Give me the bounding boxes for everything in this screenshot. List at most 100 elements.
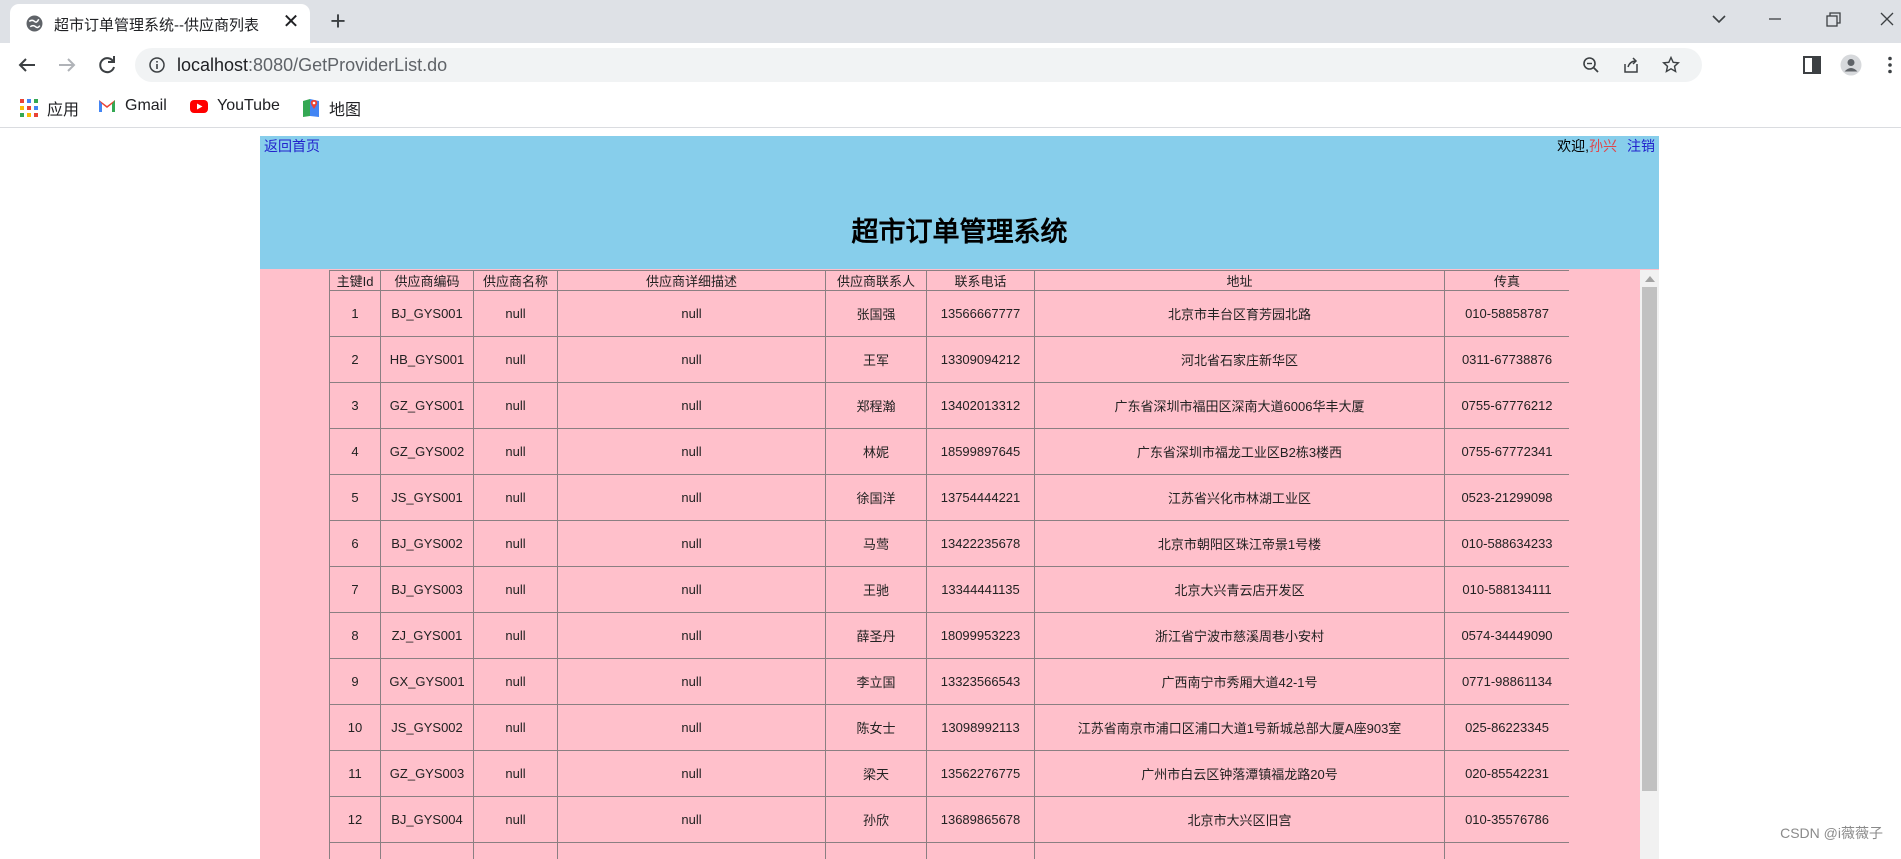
- bookmark-apps[interactable]: 应用: [19, 96, 79, 119]
- apps-grid-icon: [20, 99, 38, 117]
- close-tab-icon[interactable]: ✕: [280, 11, 302, 33]
- browser-toolbar: localhost:8080/GetProviderList.do: [0, 43, 1901, 87]
- table-header-row: 主键Id 供应商编码 供应商名称 供应商详细描述 供应商联系人 联系电话 地址 传真: [329, 270, 1569, 291]
- cell-contact: 孙欣: [825, 796, 927, 843]
- cell-fax: 0523-21299098: [1444, 474, 1569, 521]
- cell-desc: null: [557, 750, 826, 797]
- cell-phone: 18599897645: [926, 428, 1035, 475]
- table-row: 7 BJ_GYS003 null null 王驰 13344441135 北京大兴青云店开发…: [329, 566, 1569, 613]
- info-icon[interactable]: [149, 57, 165, 73]
- cell-address: 广西南宁市秀厢大道42-1号: [1034, 658, 1445, 705]
- column-header-name: 供应商名称: [473, 270, 558, 291]
- new-tab-button[interactable]: +: [325, 8, 351, 35]
- bookmark-youtube[interactable]: YouTube: [189, 96, 280, 118]
- close-window-icon[interactable]: [1874, 8, 1900, 30]
- cell-id: 4: [329, 428, 381, 475]
- column-header-code: 供应商编码: [380, 270, 474, 291]
- table-row: 9 GX_GYS001 null null 李立国 13323566543 广西南宁市秀厢大…: [329, 658, 1569, 705]
- cell-desc: null: [557, 612, 826, 659]
- cell-name: null: [473, 290, 558, 337]
- zoom-icon[interactable]: [1582, 56, 1600, 74]
- cell-id: [329, 842, 381, 859]
- cell-phone: 13098992113: [926, 704, 1035, 751]
- cell-phone: 13689865678: [926, 796, 1035, 843]
- watermark: CSDN @i薇薇子: [1780, 825, 1883, 841]
- cell-contact: 徐国洋: [825, 474, 927, 521]
- cell-name: null: [473, 612, 558, 659]
- cell-id: 11: [329, 750, 381, 797]
- cell-name: null: [473, 658, 558, 705]
- cell-fax: 0755-67776212: [1444, 382, 1569, 429]
- cell-name: [473, 842, 558, 859]
- cell-code: HB_GYS001: [380, 336, 474, 383]
- cell-name: null: [473, 520, 558, 567]
- table-row: 1 BJ_GYS001 null null 张国强 13566667777 北京市丰台区育芳…: [329, 290, 1569, 337]
- side-panel-icon[interactable]: [1801, 54, 1823, 76]
- menu-dots-icon[interactable]: [1879, 54, 1901, 76]
- cell-name: null: [473, 474, 558, 521]
- column-header-desc: 供应商详细描述: [557, 270, 826, 291]
- cell-phone: 13344441135: [926, 566, 1035, 613]
- table-row: 10 JS_GYS002 null null 陈女士 13098992113 江苏省南京市浦…: [329, 704, 1569, 751]
- cell-address: 广东省深圳市福田区深南大道6006华丰大厦: [1034, 382, 1445, 429]
- home-link[interactable]: 返回首页: [264, 136, 320, 156]
- bookmark-gmail[interactable]: Gmail: [97, 96, 167, 118]
- cell-name: null: [473, 566, 558, 613]
- cell-code: BJ_GYS004: [380, 796, 474, 843]
- forward-arrow-icon[interactable]: [55, 53, 79, 77]
- cell-name: null: [473, 704, 558, 751]
- cell-desc: null: [557, 520, 826, 567]
- cell-phone: 13422235678: [926, 520, 1035, 567]
- cell-fax: [1444, 842, 1569, 859]
- logout-link[interactable]: 注销: [1627, 138, 1655, 154]
- bookmark-maps[interactable]: 地图: [301, 96, 361, 119]
- address-bar[interactable]: localhost:8080/GetProviderList.do: [135, 48, 1702, 82]
- table-scrollbar[interactable]: [1640, 270, 1659, 859]
- cell-fax: 020-85542231: [1444, 750, 1569, 797]
- provider-table-frame[interactable]: 主键Id 供应商编码 供应商名称 供应商详细描述 供应商联系人 联系电话 地址 传真 1 BJ_…: [329, 270, 1569, 859]
- cell-address: 江苏省南京市浦口区浦口大道1号新城总部大厦A座903室: [1034, 704, 1445, 751]
- cell-phone: 18099953223: [926, 612, 1035, 659]
- cell-fax: 0311-67738876: [1444, 336, 1569, 383]
- profile-avatar-icon[interactable]: [1840, 54, 1862, 76]
- cell-contact: 陈女士: [825, 704, 927, 751]
- cell-address: 北京市丰台区育芳园北路: [1034, 290, 1445, 337]
- cell-desc: null: [557, 658, 826, 705]
- scroll-up-arrow-icon[interactable]: [1645, 276, 1655, 282]
- globe-icon: [26, 15, 43, 32]
- youtube-icon: [190, 100, 208, 113]
- cell-desc: null: [557, 382, 826, 429]
- cell-contact: 马莺: [825, 520, 927, 567]
- page-viewport: 返回首页 欢迎,孙兴 注销 超市订单管理系统 主键Id 供应商编码 供应商名称 供应商详…: [260, 136, 1659, 859]
- restore-icon[interactable]: [1820, 8, 1846, 30]
- cell-code: GX_GYS001: [380, 658, 474, 705]
- column-header-id: 主键Id: [329, 270, 381, 291]
- cell-phone: 13566667777: [926, 290, 1035, 337]
- column-header-contact: 供应商联系人: [825, 270, 927, 291]
- welcome-text: 欢迎,: [1557, 138, 1589, 154]
- cell-address: 浙江省宁波市慈溪周巷小安村: [1034, 612, 1445, 659]
- table-row: 8 ZJ_GYS001 null null 薛圣丹 18099953223 浙江省宁波市慈溪…: [329, 612, 1569, 659]
- url-text[interactable]: localhost:8080/GetProviderList.do: [177, 55, 447, 76]
- bookmark-star-icon[interactable]: [1662, 56, 1680, 74]
- reload-icon[interactable]: [95, 53, 119, 77]
- back-arrow-icon[interactable]: [15, 53, 39, 77]
- cell-phone: 13754444221: [926, 474, 1035, 521]
- share-icon[interactable]: [1622, 56, 1640, 74]
- tab-search-chevron-icon[interactable]: [1706, 8, 1732, 30]
- table-row: 6 BJ_GYS002 null null 马莺 13422235678 北京市朝阳区珠江帝…: [329, 520, 1569, 567]
- cell-fax: 0771-98861134: [1444, 658, 1569, 705]
- browser-tab-strip: 超市订单管理系统--供应商列表 ✕ +: [0, 0, 1901, 43]
- current-user-name: 孙兴: [1589, 138, 1617, 154]
- cell-contact: 薛圣丹: [825, 612, 927, 659]
- tab-title: 超市订单管理系统--供应商列表: [54, 17, 259, 34]
- cell-phone: 13562276775: [926, 750, 1035, 797]
- cell-code: [380, 842, 474, 859]
- cell-address: 北京市朝阳区珠江帝景1号楼: [1034, 520, 1445, 567]
- minimize-icon[interactable]: [1762, 8, 1788, 30]
- table-row: 12 BJ_GYS004 null null 孙欣 13689865678 北京市大兴区旧宫…: [329, 796, 1569, 843]
- cell-address: 河北省石家庄新华区: [1034, 336, 1445, 383]
- browser-tab[interactable]: 超市订单管理系统--供应商列表 ✕: [10, 4, 310, 43]
- scrollbar-thumb[interactable]: [1642, 287, 1657, 791]
- cell-name: null: [473, 750, 558, 797]
